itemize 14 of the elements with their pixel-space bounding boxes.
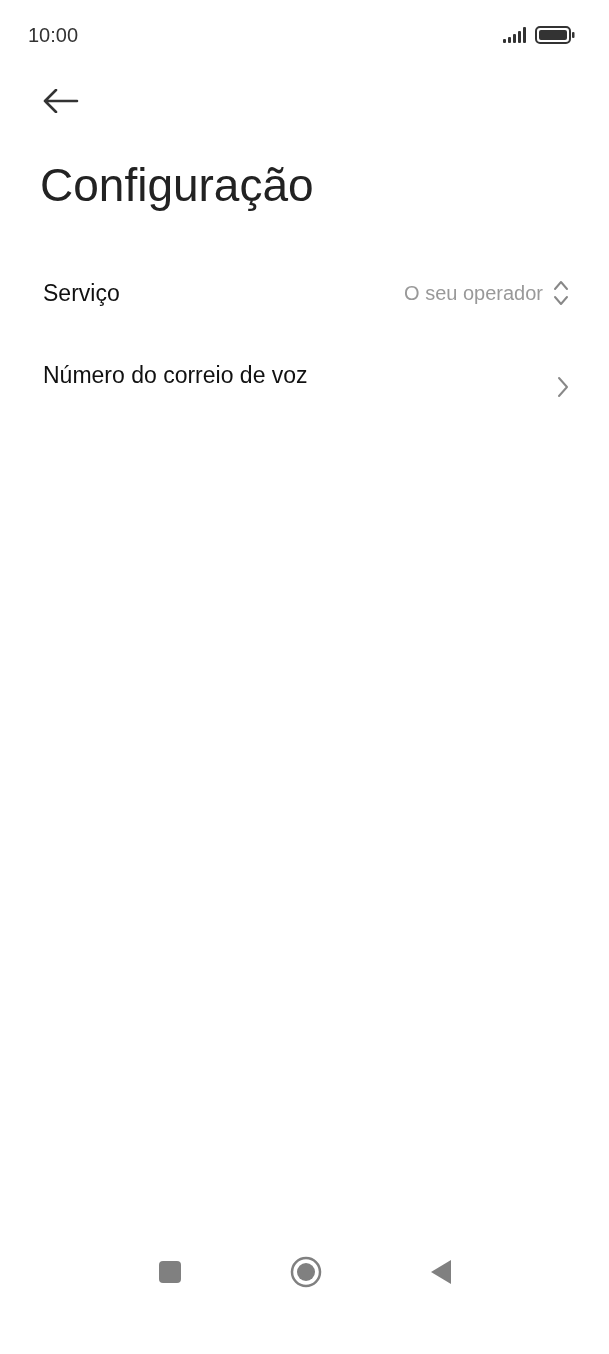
setting-row[interactable]: Número do correio de voz: [0, 334, 609, 416]
up-down-chevron-icon: [553, 280, 569, 306]
status-time: 10:00: [28, 23, 79, 47]
setting-label: Número do correio de voz: [43, 362, 308, 389]
setting-label: Serviço: [43, 279, 120, 307]
setting-row[interactable]: Serviço O seu operador: [0, 252, 609, 334]
back-nav-button[interactable]: [429, 1259, 452, 1285]
setting-value: O seu operador: [404, 281, 543, 305]
battery-icon: [535, 26, 575, 44]
signal-icon: [503, 27, 529, 43]
page-title: Configuração: [40, 158, 314, 212]
home-button[interactable]: [289, 1256, 322, 1288]
chevron-right-icon: [557, 376, 569, 398]
recents-button[interactable]: [157, 1260, 182, 1284]
